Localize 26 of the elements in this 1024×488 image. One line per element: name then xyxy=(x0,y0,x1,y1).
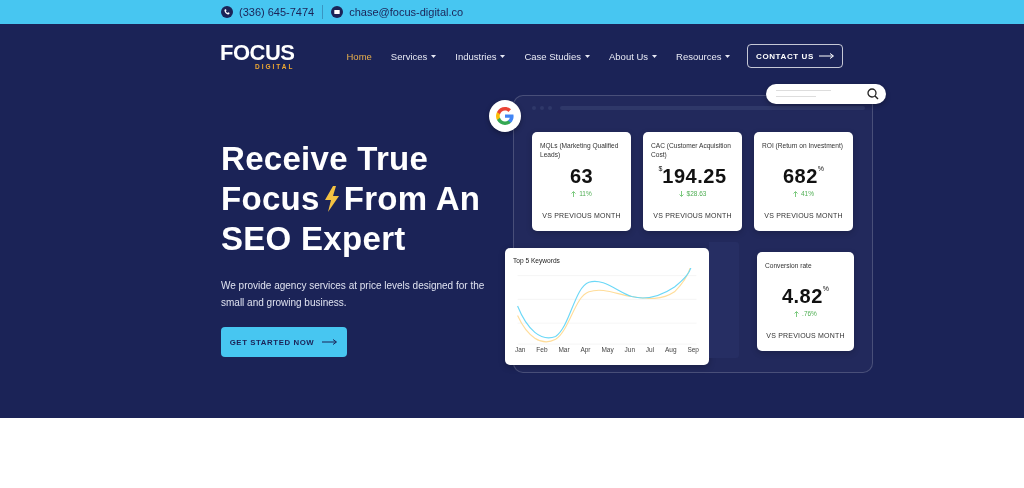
metric-value: 63 xyxy=(569,165,594,187)
arrow-right-icon xyxy=(818,53,835,59)
phone-icon xyxy=(221,6,233,18)
mail-icon xyxy=(331,6,344,18)
headline-text: SEO Expert xyxy=(221,219,406,259)
nav-link[interactable]: Services xyxy=(390,50,437,62)
phone-link[interactable]: (336) 645-7474 xyxy=(239,6,315,18)
metric-value: 194.25 xyxy=(662,165,727,187)
email-link[interactable]: chase@focus-digital.co xyxy=(349,6,464,18)
hero-description: We provide agency services at price levels designed for the small and growing business. xyxy=(221,279,486,310)
lightning-icon xyxy=(323,186,340,212)
contact-button[interactable]: CONTACT US xyxy=(747,44,844,68)
headline-text: Receive True xyxy=(221,139,429,179)
headline-text: From An xyxy=(343,179,481,219)
nav-link[interactable]: Resources xyxy=(676,50,731,62)
nav-link[interactable]: Industries xyxy=(455,50,506,62)
nav-link[interactable]: About Us xyxy=(609,50,658,62)
metric-value: 4.82 xyxy=(781,285,823,307)
logo-wordmark: FOCUS xyxy=(220,42,295,63)
headline-text: Focus xyxy=(221,179,320,219)
arrow-right-icon xyxy=(322,339,339,345)
g-logo-icon xyxy=(496,107,514,125)
metric-value: 682 xyxy=(782,165,818,187)
nav-link[interactable]: Home xyxy=(346,50,372,62)
nav-link[interactable]: Case Studies xyxy=(524,50,590,62)
search-icon xyxy=(867,88,879,100)
